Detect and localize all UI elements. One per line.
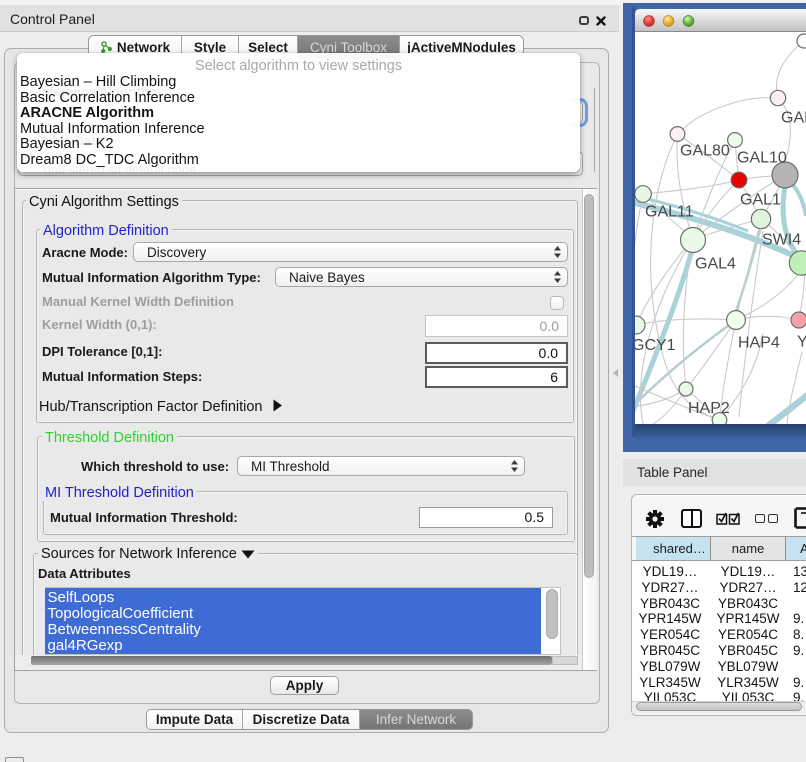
svg-text:GAL80: GAL80 [680, 143, 730, 160]
svg-text:GAL1: GAL1 [740, 192, 781, 209]
svg-text:Y: Y [797, 334, 806, 351]
svg-text:SWI4: SWI4 [762, 232, 801, 249]
svg-text:GAL4: GAL4 [695, 256, 736, 273]
svg-text:GAL10: GAL10 [737, 150, 787, 167]
svg-text:GAL11: GAL11 [645, 204, 694, 221]
svg-text:GAL2: GAL2 [781, 110, 806, 127]
svg-text:HAP4: HAP4 [738, 335, 780, 352]
svg-text:GCY1: GCY1 [632, 337, 676, 354]
svg-text:HAP2: HAP2 [688, 400, 730, 417]
